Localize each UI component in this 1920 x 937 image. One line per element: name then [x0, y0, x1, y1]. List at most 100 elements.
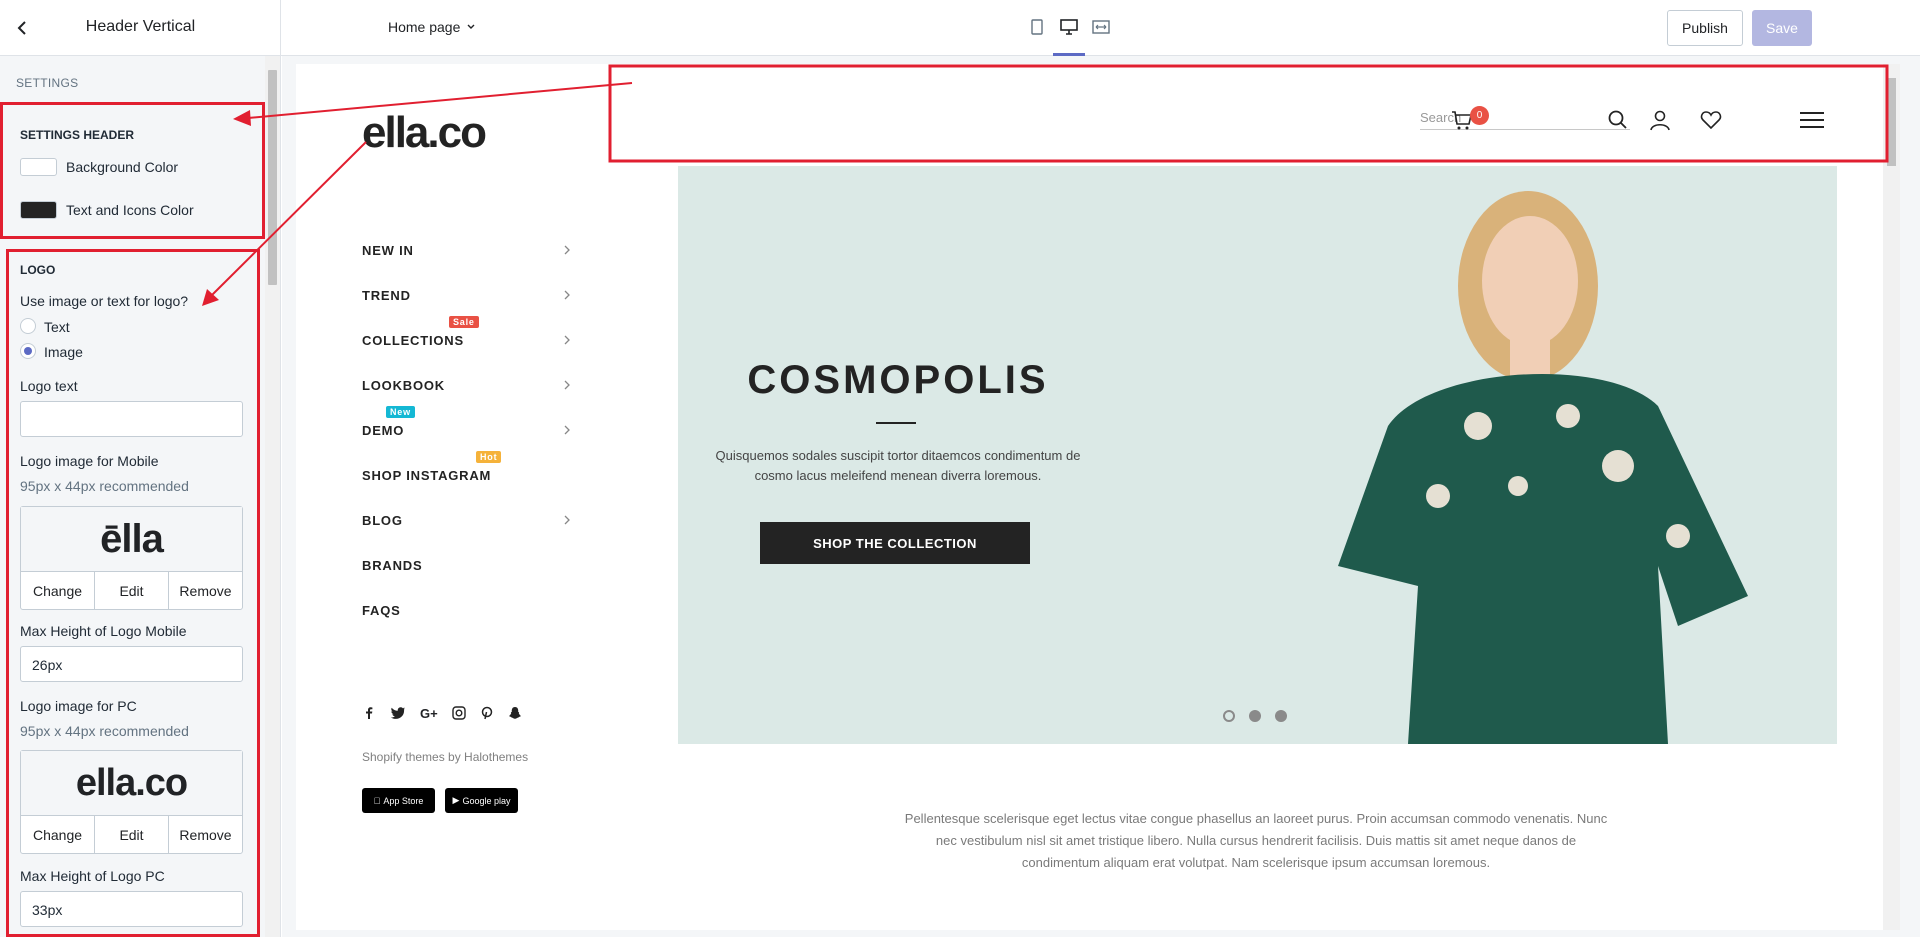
settings-sidebar: SETTINGS SETTINGS HEADER Background Colo…	[0, 56, 281, 937]
chevron-right-icon	[564, 380, 570, 390]
chevron-down-icon	[467, 24, 475, 29]
menu-item[interactable]: TREND	[362, 273, 572, 318]
app-store-label: App Store	[379, 795, 423, 806]
mobile-view-button[interactable]	[1026, 12, 1048, 42]
app-store-badge[interactable]: App Store	[362, 788, 435, 813]
logo-mobile-hint: 95px x 44px recommended	[20, 478, 189, 494]
max-height-mobile-input[interactable]: 26px	[20, 646, 243, 682]
publish-button[interactable]: Publish	[1667, 10, 1743, 46]
edit-button[interactable]: Edit	[95, 572, 169, 609]
page-selector[interactable]: Home page	[388, 19, 476, 35]
chevron-right-icon	[564, 515, 570, 525]
radio-text[interactable]	[20, 318, 36, 334]
menu-item[interactable]: COLLECTIONS Sale	[362, 316, 572, 363]
remove-button[interactable]: Remove	[169, 572, 242, 609]
sidebar-scrollbar[interactable]	[265, 56, 280, 937]
preview-scrollbar[interactable]	[1883, 64, 1900, 930]
fullwidth-view-button[interactable]	[1090, 12, 1112, 42]
hero-model-image	[1338, 191, 1748, 744]
menu-item[interactable]: BLOG	[362, 498, 572, 543]
fullscreen-icon	[1092, 20, 1110, 34]
google-plus-icon[interactable]: G+	[420, 706, 438, 721]
settings-label: SETTINGS	[16, 76, 79, 90]
mobile-icon	[1031, 19, 1043, 35]
facebook-icon[interactable]	[362, 706, 376, 720]
max-height-pc-input[interactable]: 33px	[20, 891, 243, 927]
shop-collection-button[interactable]: SHOP THE COLLECTION	[760, 522, 1030, 564]
theme-preview: ella.co Search 0 NEW IN TREND COLLECTIONS S…	[282, 56, 1920, 937]
twitter-icon[interactable]	[390, 706, 406, 720]
logo-type-question: Use image or text for logo?	[20, 293, 189, 309]
menu-item-label: LOOKBOOK	[362, 378, 445, 393]
menu-item-label: TREND	[362, 288, 411, 303]
background-color-label: Background Color	[66, 159, 179, 175]
settings-header-title: SETTINGS HEADER	[20, 128, 135, 142]
radio-text-label: Text	[44, 319, 70, 335]
menu-item[interactable]: DEMO New	[362, 406, 572, 453]
logo-mobile-preview: ēlla	[21, 507, 242, 571]
remove-button[interactable]: Remove	[169, 816, 242, 853]
menu-item-label: NEW IN	[362, 243, 414, 258]
desktop-icon	[1060, 19, 1078, 35]
slider-dot-1[interactable]	[1223, 710, 1235, 722]
preview-scroll-thumb[interactable]	[1887, 78, 1896, 166]
snapchat-icon[interactable]	[508, 706, 522, 720]
logo-mobile-picker: ēlla Change Edit Remove	[20, 506, 243, 610]
change-button[interactable]: Change	[21, 572, 95, 609]
menu-item[interactable]: FAQS	[362, 588, 572, 633]
play-icon: ▶	[452, 795, 460, 805]
chevron-right-icon	[564, 290, 570, 300]
page-selector-label: Home page	[388, 19, 461, 35]
menu-item-label: BRANDS	[362, 558, 423, 573]
site-logo[interactable]: ella.co	[362, 108, 487, 158]
change-button[interactable]: Change	[21, 816, 95, 853]
slider-dot-3[interactable]	[1275, 710, 1287, 722]
logo-pc-label: Logo image for PC	[20, 698, 137, 714]
search-icon[interactable]	[1606, 108, 1630, 132]
app-badges: App Store ▶Google play	[362, 788, 518, 813]
menu-item-label: DEMO	[362, 423, 405, 438]
instagram-icon[interactable]	[452, 706, 466, 720]
hero-divider	[876, 422, 916, 424]
hero-description: Quisquemos sodales suscipit tortor ditae…	[715, 448, 1081, 483]
slider-dots	[1223, 710, 1287, 722]
sidebar-scroll-thumb[interactable]	[268, 70, 277, 285]
menu-item[interactable]: SHOP INSTAGRAM Hot	[362, 451, 572, 498]
cart-count-badge: 0	[1470, 106, 1489, 125]
edit-button[interactable]: Edit	[95, 816, 169, 853]
slider-dot-2[interactable]	[1249, 710, 1261, 722]
theme-credits[interactable]: Shopify themes by Halothemes	[362, 750, 528, 764]
menu-item-label: COLLECTIONS	[362, 333, 464, 348]
intro-paragraph: Pellentesque scelerisque eget lectus vit…	[904, 811, 1608, 870]
text-color-swatch[interactable]	[20, 201, 57, 219]
text-color-label: Text and Icons Color	[66, 202, 194, 218]
logo-text-input[interactable]	[20, 401, 243, 437]
menu-item[interactable]: LOOKBOOK	[362, 363, 572, 408]
logo-pc-hint: 95px x 44px recommended	[20, 723, 189, 739]
preview-frame: ella.co Search 0 NEW IN TREND COLLECTIONS S…	[296, 64, 1891, 930]
menu-item-label: SHOP INSTAGRAM	[362, 468, 492, 483]
menu-item-label: BLOG	[362, 513, 403, 528]
menu-item-label: FAQS	[362, 603, 401, 618]
logo-text-label: Logo text	[20, 378, 78, 394]
device-switcher	[1026, 12, 1112, 56]
desktop-view-button[interactable]	[1053, 12, 1085, 56]
logo-section-title: LOGO	[20, 263, 56, 277]
google-play-badge[interactable]: ▶ Google play	[445, 788, 518, 813]
hamburger-menu-icon[interactable]	[1798, 108, 1826, 132]
section-title: Header Vertical	[85, 18, 196, 35]
menu-item[interactable]: NEW IN	[362, 228, 572, 273]
pinterest-icon[interactable]	[480, 706, 494, 720]
account-icon[interactable]	[1648, 108, 1672, 132]
social-links: G+	[362, 706, 522, 721]
wishlist-heart-icon[interactable]	[1699, 108, 1723, 132]
menu-badge: New	[386, 406, 415, 418]
top-bar: Header Vertical Home page Publish Save	[0, 0, 1920, 56]
save-button[interactable]: Save	[1752, 10, 1812, 46]
logo-pc-preview: ella.co	[21, 751, 242, 815]
hero-title: COSMOPOLIS	[747, 358, 1049, 402]
menu-item[interactable]: BRANDS	[362, 543, 572, 588]
background-color-swatch[interactable]	[20, 158, 57, 176]
hero-slider: COSMOPOLIS Quisquemos sodales suscipit t…	[678, 166, 1837, 744]
radio-image[interactable]	[20, 343, 36, 359]
